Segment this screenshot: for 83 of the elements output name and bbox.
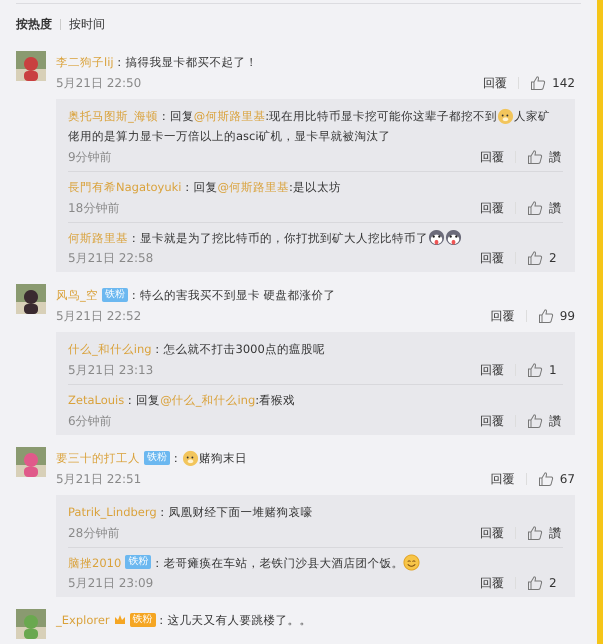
- username-link[interactable]: Patrik_Lindberg: [68, 504, 157, 519]
- like-count: 讚: [549, 412, 562, 430]
- crown-icon: [114, 614, 126, 626]
- husky-face-icon: [428, 228, 445, 246]
- like-count: 2: [549, 250, 558, 268]
- like-count: 讚: [549, 524, 562, 542]
- reply-text: :是以太坊: [289, 180, 341, 194]
- comment-text: ：这几天又有人要跳楼了。。: [156, 613, 312, 628]
- timestamp: 28分钟前: [68, 524, 120, 542]
- dog-face-icon: [182, 449, 199, 466]
- thumbs-up-icon[interactable]: [527, 362, 543, 378]
- reply-text: 佬用的是算力显卡一万倍以上的asci矿机，显卡早就被淘汰了: [68, 128, 391, 145]
- timestamp: 5月21日 22:51: [56, 470, 142, 488]
- thumbs-up-icon[interactable]: [530, 74, 546, 91]
- username-link[interactable]: 风鸟_空: [56, 288, 98, 302]
- timestamp: 5月21日 22:50: [56, 74, 142, 92]
- timestamp: 5月21日 22:52: [56, 308, 142, 326]
- comment-text: 赌狗末日: [199, 450, 247, 465]
- sort-tab[interactable]: 按热度: [16, 16, 52, 33]
- reply-link[interactable]: 回覆: [480, 573, 504, 594]
- timestamp: 5月21日 22:58: [68, 250, 154, 268]
- thumbs-up-icon[interactable]: [538, 308, 554, 324]
- fan-badge: 铁粉: [144, 450, 170, 465]
- thumbs-up-icon[interactable]: [527, 412, 543, 429]
- timestamp: 5月21日 23:09: [68, 575, 154, 592]
- reply-link[interactable]: 回覆: [480, 198, 504, 218]
- like-count: 讚: [549, 200, 562, 217]
- username-link[interactable]: 什么_和什么ing: [68, 342, 152, 356]
- reply-text: ：老哥瘫痪在车站，老铁门沙县大酒店团个饭。: [151, 555, 404, 570]
- username-link[interactable]: ZetaLouis: [68, 392, 124, 407]
- reply-text: 人家矿: [514, 108, 550, 123]
- reply-text: ：回复: [124, 392, 160, 407]
- reply-link[interactable]: 回覆: [490, 468, 515, 489]
- smiley-icon: [403, 554, 420, 571]
- reply-link[interactable]: 回覆: [480, 522, 504, 543]
- timestamp: 5月21日 23:13: [68, 362, 154, 380]
- timestamp: 6分钟前: [68, 412, 113, 430]
- sort-tab[interactable]: 按时间: [69, 16, 105, 33]
- thumbs-up-icon[interactable]: [527, 524, 543, 541]
- thumbs-up-icon[interactable]: [538, 470, 554, 487]
- reply-text: ：怎么就不打击3000点的瘟股呢: [152, 342, 325, 356]
- thumbs-up-icon[interactable]: [527, 148, 543, 165]
- like-count: 142: [552, 74, 575, 92]
- username-link[interactable]: 奥托马图斯_海顿: [68, 108, 158, 123]
- reply-text: ：回复: [182, 180, 218, 194]
- comment-text: ：: [170, 450, 182, 465]
- username-link[interactable]: _Explorer: [56, 613, 110, 628]
- mention-link[interactable]: @何斯路里基: [218, 180, 289, 194]
- reply-link[interactable]: 回覆: [483, 72, 508, 93]
- reply-text: ：凤凰财经下面一堆赌狗哀嚎: [156, 504, 313, 519]
- husky-face-icon: [445, 228, 462, 246]
- like-count: 2: [549, 575, 558, 592]
- timestamp: 9分钟前: [68, 148, 113, 166]
- mention-link[interactable]: @何斯路里基: [194, 108, 266, 123]
- reply-text: ：回复: [158, 108, 194, 123]
- comment-text: ：搞得我显卡都买不起了！: [114, 54, 258, 69]
- username-link[interactable]: 長門有希Nagatoyuki: [68, 180, 182, 194]
- reply-text: :现在用比特币显卡挖可能你这辈子都挖不到: [265, 108, 498, 123]
- fan-badge: 铁粉: [125, 555, 152, 570]
- like-count: 99: [560, 308, 575, 326]
- reply-link[interactable]: 回覆: [480, 146, 504, 167]
- reply-text: :看猴戏: [255, 392, 296, 407]
- reply-link[interactable]: 回覆: [490, 306, 515, 326]
- reply-link[interactable]: 回覆: [480, 410, 504, 431]
- timestamp: 18分钟前: [68, 200, 120, 217]
- username-link[interactable]: 何斯路里基: [68, 230, 128, 244]
- comment-text: ：特么的害我买不到显卡 硬盘都涨价了: [128, 288, 336, 302]
- thumbs-up-icon[interactable]: [527, 200, 543, 216]
- fan-badge: 铁粉: [130, 613, 156, 628]
- thumbs-up-icon[interactable]: [527, 575, 543, 592]
- username-link[interactable]: 李二狗子lij: [56, 54, 114, 69]
- like-count: 讚: [549, 148, 562, 166]
- dog-face-icon: [497, 107, 514, 124]
- mention-link[interactable]: @什么_和什么ing: [160, 392, 256, 407]
- username-link[interactable]: 要三十的打工人: [56, 450, 140, 465]
- like-count: 67: [560, 470, 575, 488]
- like-count: 1: [549, 362, 558, 380]
- reply-text: ：显卡就是为了挖比特币的，你打扰到矿大人挖比特币了: [128, 230, 428, 244]
- reply-link[interactable]: 回覆: [480, 360, 504, 380]
- thumbs-up-icon[interactable]: [527, 250, 543, 266]
- fan-badge: 铁粉: [102, 288, 128, 302]
- username-link[interactable]: 脑挫2010: [68, 555, 122, 570]
- reply-link[interactable]: 回覆: [480, 248, 504, 268]
